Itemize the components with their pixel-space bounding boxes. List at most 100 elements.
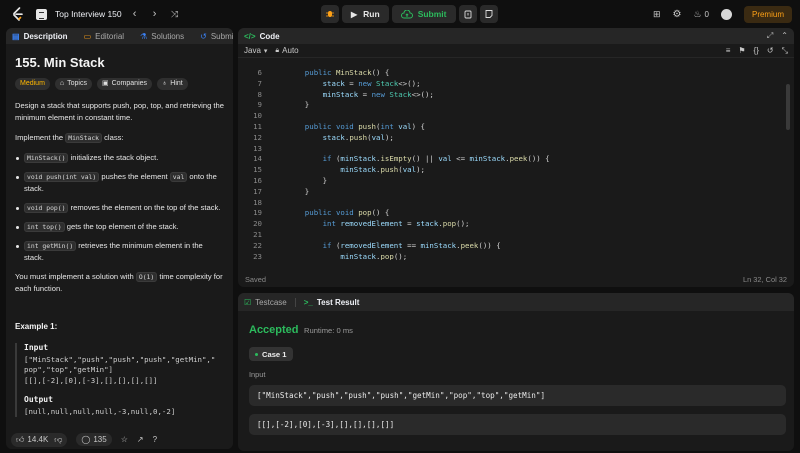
implement-pre: Implement the <box>15 133 66 142</box>
bookmark-icon[interactable]: ⚑ <box>738 46 745 55</box>
input-value: [[],[-2],[0],[-3],[],[],[],[]] <box>257 420 395 429</box>
code-editor[interactable]: 6 public MinStack() { 7 stack = new Stac… <box>238 68 794 260</box>
implement-code: MinStack <box>65 133 103 143</box>
line-number: 18 <box>253 197 262 207</box>
next-problem-icon[interactable]: › <box>148 8 162 20</box>
flame-icon: ♨ <box>693 8 702 19</box>
lightbulb-icon: ♁ <box>162 80 168 87</box>
line-number: 9 <box>257 100 262 110</box>
problem-list-nav: Top Interview 150 ‹ › ⤨ <box>36 6 182 22</box>
code-line: 8 minStack = new Stack<>(); <box>238 90 794 101</box>
tab-solutions[interactable]: ⚗ Solutions <box>140 32 184 41</box>
autocomplete-toggle[interactable]: 🔒︎ Auto <box>275 46 298 55</box>
tab-submissions[interactable]: ↺ Submission <box>200 32 233 41</box>
flask-icon: ⚗ <box>140 31 148 41</box>
share-icon[interactable]: ↗ <box>137 435 144 444</box>
run-button[interactable]: ▶ Run <box>342 5 389 23</box>
terminal-icon: >_ <box>303 297 313 307</box>
method-text: removes the element on the top of the st… <box>68 203 221 212</box>
code-line: 15 minStack.push(val); <box>238 165 794 176</box>
problem-description: 155. Min Stack Medium ⌂ Topics ▣ Companies… <box>6 44 233 417</box>
verdict-status: Accepted <box>249 324 299 336</box>
hint-label: Hint <box>170 80 183 87</box>
example-block: Input ["MinStack","push","push","push","… <box>15 343 224 417</box>
line-number: 12 <box>253 132 262 142</box>
timer-button[interactable] <box>458 5 477 23</box>
method-code: void pop() <box>24 203 69 213</box>
input-value: ["MinStack","push","push","push","getMin… <box>257 391 546 400</box>
star-icon[interactable]: ☆ <box>121 435 128 444</box>
tab-test-result[interactable]: >_ Test Result <box>304 298 360 307</box>
cloud-upload-icon <box>400 9 413 18</box>
settings-gear-icon[interactable]: ⚙ <box>672 9 681 20</box>
hint-chip[interactable]: ♁ Hint <box>157 78 188 90</box>
companies-chip[interactable]: ▣ Companies <box>96 78 153 90</box>
alarm-clock-icon <box>464 10 471 19</box>
tab-testcase[interactable]: ☑ Testcase <box>244 298 287 307</box>
note-icon <box>485 10 492 18</box>
code-text: } <box>287 175 328 185</box>
example-output-line: [null,null,null,null,-3,null,0,-2] <box>24 406 176 416</box>
reset-icon[interactable]: ↺ <box>767 46 774 55</box>
prev-problem-icon[interactable]: ‹ <box>128 8 142 20</box>
code-line: 19 public void pop() { <box>238 208 794 219</box>
input-label: Input <box>249 370 266 379</box>
line-number: 8 <box>257 89 262 99</box>
language-select[interactable]: Java ▾ <box>244 46 267 55</box>
tab-code[interactable]: </> Code <box>244 32 280 41</box>
topics-chip[interactable]: ⌂ Topics <box>54 78 92 90</box>
submit-button[interactable]: Submit <box>391 5 456 23</box>
history-icon: ↺ <box>200 31 207 41</box>
cursor-position: Ln 32, Col 32 <box>743 274 787 284</box>
line-number: 7 <box>257 78 262 88</box>
avatar[interactable] <box>720 8 732 20</box>
code-brackets-icon: </> <box>244 31 256 41</box>
code-text: if (removedElement == minStack.peek()) { <box>287 240 501 250</box>
notes-button[interactable] <box>479 5 498 23</box>
example-input-line: ["MinStack","push","push","push","getMin… <box>24 354 216 364</box>
input-value-box: ["MinStack","push","push","push","getMin… <box>249 385 786 406</box>
debug-button[interactable] <box>321 5 339 23</box>
code-line: 13 <box>238 144 794 155</box>
run-toolbar: ▶ Run Submit <box>321 5 498 23</box>
shuffle-icon[interactable]: ⤨ <box>168 9 182 20</box>
collapse-icon[interactable]: ⌃ <box>781 31 788 41</box>
line-number: 23 <box>253 251 262 260</box>
checkbox-icon: ☑ <box>244 297 252 307</box>
code-text: public MinStack() { <box>287 68 390 77</box>
help-icon[interactable]: ? <box>153 435 157 444</box>
code-text: } <box>287 186 310 196</box>
thumbs-down-icon[interactable]: 👎︎ <box>54 435 62 445</box>
braces-icon[interactable]: {} <box>754 46 759 55</box>
difficulty-badge: Medium <box>15 78 50 90</box>
play-icon: ▶ <box>351 9 358 19</box>
tab-editorial[interactable]: ▭ Editorial <box>84 32 124 41</box>
list-item: int getMin() retrieves the minimum eleme… <box>15 240 224 264</box>
problem-list-icon[interactable] <box>36 8 47 20</box>
example-input-line: [[],[-2],[0],[-3],[],[],[],[]] <box>24 375 158 385</box>
premium-button[interactable]: Premium <box>743 5 792 23</box>
comment-count: 135 <box>93 435 107 444</box>
method-list: MinStack() initializes the stack object.… <box>15 152 224 264</box>
maximize-icon[interactable]: ⤢ <box>767 31 773 41</box>
layout-grid-icon[interactable]: ⊞ <box>653 9 661 20</box>
streak-counter[interactable]: ♨ 0 <box>693 9 709 20</box>
thumbs-up-icon: 👍︎ <box>16 434 25 444</box>
expand-icon[interactable]: ⤡ <box>782 46 788 56</box>
problem-intro: Design a stack that supports push, pop, … <box>15 101 224 122</box>
format-icon[interactable]: ≡ <box>726 46 731 55</box>
code-line: 9 } <box>238 100 794 111</box>
problem-list-title[interactable]: Top Interview 150 <box>55 9 122 19</box>
leetcode-logo-icon[interactable] <box>11 7 25 21</box>
tab-description[interactable]: ▤ Description <box>12 32 68 41</box>
method-text: pushes the element <box>99 172 170 181</box>
code-text: public void push(int val) { <box>287 121 425 131</box>
like-button[interactable]: 👍︎ 14.4K 👎︎ <box>11 432 68 447</box>
case-label: Case 1 <box>262 349 287 359</box>
comments-button[interactable]: ◯ 135 <box>76 433 112 446</box>
case-tab[interactable]: Case 1 <box>249 347 293 361</box>
line-number: 14 <box>253 154 262 164</box>
code-text: minStack.pop(); <box>287 251 408 260</box>
code-scrollbar[interactable] <box>786 84 790 130</box>
line-number: 13 <box>253 143 262 153</box>
